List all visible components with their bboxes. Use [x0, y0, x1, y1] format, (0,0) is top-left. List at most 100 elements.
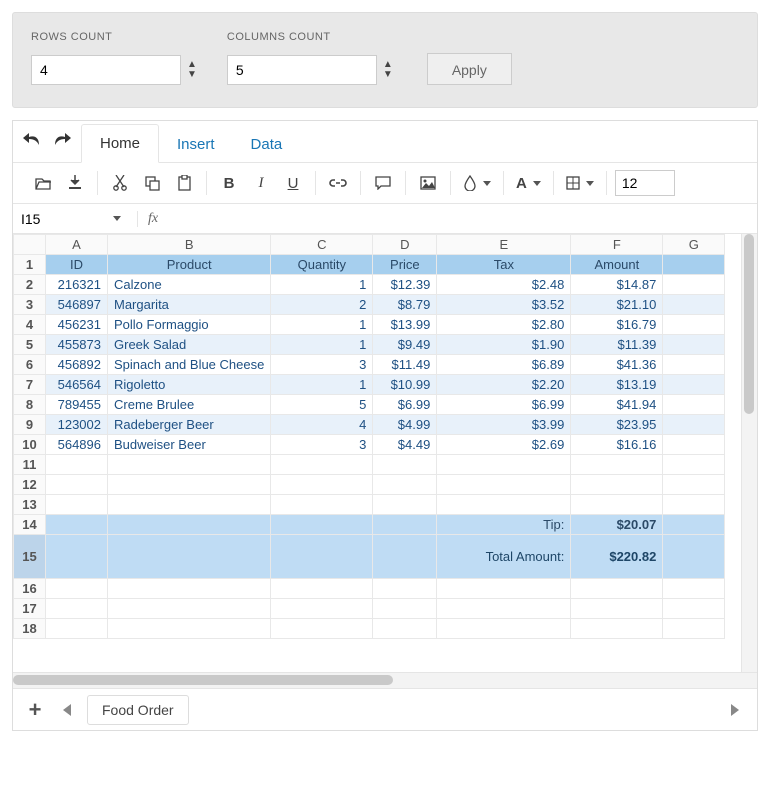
table-header-quantity[interactable]: Quantity [271, 255, 373, 275]
cell[interactable] [663, 599, 725, 619]
cell[interactable]: $2.69 [437, 435, 571, 455]
link-icon[interactable] [324, 169, 352, 197]
cell[interactable]: $10.99 [373, 375, 437, 395]
cell[interactable]: $2.80 [437, 315, 571, 335]
row-header[interactable]: 5 [14, 335, 46, 355]
cell[interactable] [271, 495, 373, 515]
cell[interactable] [373, 475, 437, 495]
cell[interactable]: 456892 [46, 355, 108, 375]
table-header-tax[interactable]: Tax [437, 255, 571, 275]
italic-icon[interactable]: I [247, 169, 275, 197]
cell[interactable]: 2 [271, 295, 373, 315]
cell[interactable]: 1 [271, 335, 373, 355]
cell[interactable]: 1 [271, 315, 373, 335]
cell[interactable]: $13.19 [571, 375, 663, 395]
cell[interactable]: 3 [271, 435, 373, 455]
cell[interactable]: $16.16 [571, 435, 663, 455]
cell[interactable] [663, 619, 725, 639]
cell[interactable]: $6.99 [373, 395, 437, 415]
cell[interactable] [46, 475, 108, 495]
row-header[interactable]: 11 [14, 455, 46, 475]
paste-icon[interactable] [170, 169, 198, 197]
cell[interactable] [373, 495, 437, 515]
cell[interactable] [571, 455, 663, 475]
cell[interactable] [271, 619, 373, 639]
spreadsheet-grid[interactable]: A B C D E F G 1 ID Product Quantity Pric… [13, 234, 725, 639]
rows-spinner-down-icon[interactable]: ▼ [185, 70, 199, 80]
export-icon[interactable] [61, 169, 89, 197]
cell[interactable] [271, 475, 373, 495]
cell[interactable]: Budweiser Beer [108, 435, 271, 455]
cell[interactable] [108, 475, 271, 495]
col-header-b[interactable]: B [108, 235, 271, 255]
font-color-dropdown[interactable]: A [512, 169, 545, 197]
cell[interactable] [663, 495, 725, 515]
ribbon-tab-home[interactable]: Home [81, 124, 159, 163]
bold-icon[interactable]: B [215, 169, 243, 197]
col-header-c[interactable]: C [271, 235, 373, 255]
cell[interactable]: $16.79 [571, 315, 663, 335]
cell[interactable] [271, 579, 373, 599]
row-header[interactable]: 10 [14, 435, 46, 455]
cell[interactable]: Creme Brulee [108, 395, 271, 415]
cut-icon[interactable] [106, 169, 134, 197]
cell[interactable] [437, 579, 571, 599]
row-header[interactable]: 13 [14, 495, 46, 515]
cell[interactable]: $14.87 [571, 275, 663, 295]
name-box-dropdown-icon[interactable] [113, 216, 121, 221]
cell[interactable] [46, 599, 108, 619]
cell[interactable] [46, 579, 108, 599]
row-header[interactable]: 7 [14, 375, 46, 395]
cell[interactable]: Spinach and Blue Cheese [108, 355, 271, 375]
cell[interactable] [271, 455, 373, 475]
cell[interactable] [663, 579, 725, 599]
cell[interactable]: 456231 [46, 315, 108, 335]
cell[interactable]: $11.49 [373, 355, 437, 375]
cell[interactable]: 1 [271, 275, 373, 295]
cell[interactable] [663, 475, 725, 495]
cell[interactable] [437, 495, 571, 515]
open-icon[interactable] [29, 169, 57, 197]
cell[interactable]: $2.48 [437, 275, 571, 295]
cell[interactable] [663, 315, 725, 335]
row-header[interactable]: 6 [14, 355, 46, 375]
cols-count-input[interactable] [227, 55, 377, 85]
table-header-product[interactable]: Product [108, 255, 271, 275]
cell[interactable] [108, 535, 271, 579]
cell[interactable]: 5 [271, 395, 373, 415]
cell[interactable] [663, 355, 725, 375]
cell[interactable] [271, 599, 373, 619]
row-header[interactable]: 15 [14, 535, 46, 579]
ribbon-tab-data[interactable]: Data [233, 126, 301, 163]
row-header[interactable]: 14 [14, 515, 46, 535]
cell[interactable] [373, 599, 437, 619]
cell[interactable] [46, 495, 108, 515]
col-header-g[interactable]: G [663, 235, 725, 255]
table-header-id[interactable]: ID [46, 255, 108, 275]
cell[interactable] [108, 579, 271, 599]
row-header[interactable]: 3 [14, 295, 46, 315]
cell[interactable] [663, 455, 725, 475]
row-header[interactable]: 8 [14, 395, 46, 415]
cell[interactable]: $4.99 [373, 415, 437, 435]
cols-spinner-down-icon[interactable]: ▼ [381, 70, 395, 80]
cell[interactable] [373, 619, 437, 639]
fill-color-dropdown[interactable] [459, 169, 495, 197]
font-size-input[interactable] [615, 170, 675, 196]
add-sheet-button[interactable]: + [23, 698, 47, 722]
row-header[interactable]: 1 [14, 255, 46, 275]
cell[interactable] [373, 455, 437, 475]
cell[interactable]: Margarita [108, 295, 271, 315]
cell[interactable]: $23.95 [571, 415, 663, 435]
cell[interactable]: 789455 [46, 395, 108, 415]
vertical-scrollbar[interactable] [741, 234, 757, 672]
rows-count-input[interactable] [31, 55, 181, 85]
cell[interactable] [571, 495, 663, 515]
row-header[interactable]: 18 [14, 619, 46, 639]
cell[interactable] [373, 515, 437, 535]
cell[interactable] [108, 495, 271, 515]
cell[interactable] [663, 515, 725, 535]
cell[interactable] [46, 515, 108, 535]
cell[interactable]: $3.99 [437, 415, 571, 435]
col-header-f[interactable]: F [571, 235, 663, 255]
